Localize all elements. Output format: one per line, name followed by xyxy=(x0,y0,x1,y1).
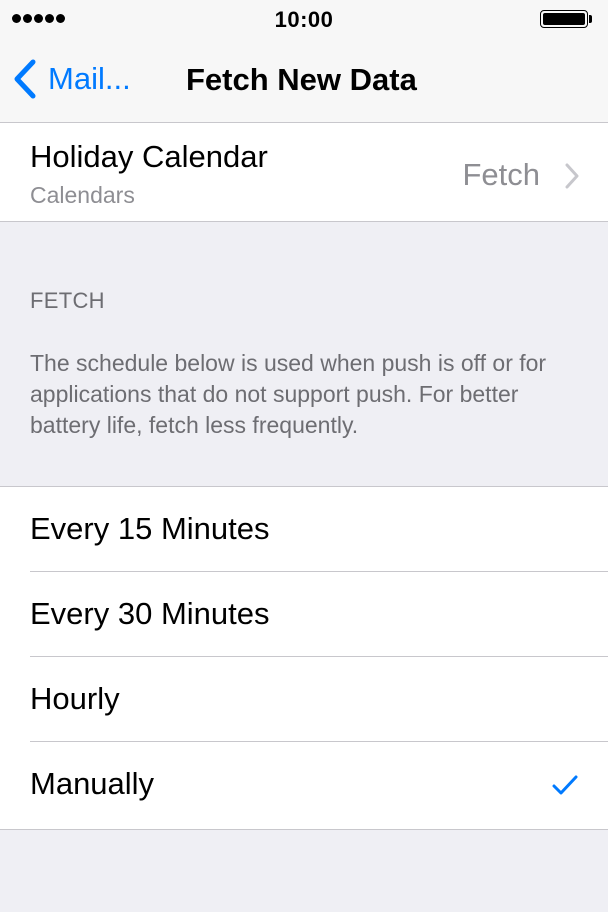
back-button[interactable]: Mail... xyxy=(12,56,131,102)
status-time: 10:00 xyxy=(274,7,334,32)
navigation-bar: Mail... Fetch New Data xyxy=(0,40,608,122)
top-bar: 10:00 Mail... Fetch New Data xyxy=(0,0,608,123)
checkmark-icon xyxy=(552,774,578,801)
fetch-options-list: Every 15 Minutes Every 30 Minutes Hourly… xyxy=(0,486,608,830)
account-title: Holiday Calendar xyxy=(30,139,268,174)
fetch-section-header: FETCH xyxy=(30,288,105,313)
option-every-30-minutes[interactable]: Every 30 Minutes xyxy=(0,572,608,657)
fetch-section-description: The schedule below is used when push is … xyxy=(30,350,547,438)
option-label: Manually xyxy=(30,766,155,801)
account-subtitle: Calendars xyxy=(30,182,135,208)
option-label: Every 15 Minutes xyxy=(30,511,270,546)
option-hourly[interactable]: Hourly xyxy=(0,657,608,742)
option-label: Hourly xyxy=(30,681,120,716)
chevron-right-icon xyxy=(564,163,580,194)
chevron-left-icon xyxy=(12,59,38,99)
option-label: Every 30 Minutes xyxy=(30,596,270,631)
battery-icon xyxy=(540,10,596,30)
back-button-label: Mail... xyxy=(48,61,131,96)
option-manually[interactable]: Manually xyxy=(0,742,608,827)
account-row[interactable]: Holiday Calendar Calendars Fetch xyxy=(0,123,608,222)
account-fetch-value: Fetch xyxy=(462,157,540,192)
page-title: Fetch New Data xyxy=(186,62,417,97)
screen: 10:00 Mail... Fetch New Data Holiday Cal… xyxy=(0,0,608,912)
option-every-15-minutes[interactable]: Every 15 Minutes xyxy=(0,487,608,572)
status-bar: 10:00 xyxy=(0,0,608,40)
